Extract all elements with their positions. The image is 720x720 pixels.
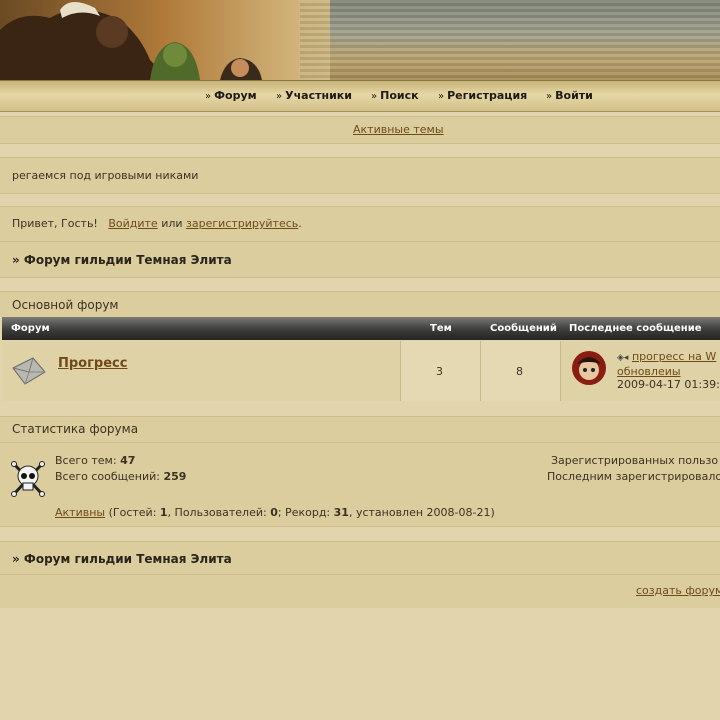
last-post-link-cont[interactable]: обновлеиы <box>617 365 681 378</box>
announcement-box: регаемся под игровыми никами <box>0 157 720 194</box>
avatar[interactable] <box>571 350 607 386</box>
col-posts: Сообщений <box>490 323 557 334</box>
bottom-breadcrumb[interactable]: » Форум гильдии Темная Элита <box>12 552 232 566</box>
active-topics-link[interactable]: Активные темы <box>353 123 444 136</box>
total-posts: Всего сообщений: 259 <box>55 470 187 483</box>
table-row: Прогресс 3 8 ◈◂ прогресс на W обновлеиы … <box>2 341 720 401</box>
nav-forum[interactable]: » Форум <box>205 89 257 102</box>
bottom-breadcrumb-box: » Форум гильдии Темная Элита создать фор… <box>0 541 720 609</box>
main-navigation: » Форум » Участники » Поиск » Регистрация » В… <box>0 80 720 112</box>
registered-users: Зарегистрированных пользо <box>551 454 719 467</box>
banner-stripes <box>300 0 720 80</box>
double-chevron-icon: » <box>371 91 378 102</box>
category-title: Основной форум <box>12 298 119 312</box>
forum-envelope-icon <box>12 357 46 385</box>
double-chevron-icon: » <box>276 91 283 102</box>
col-topics: Тем <box>430 323 452 334</box>
banner-artwork <box>0 0 330 80</box>
announcement-text: регаемся под игровыми никами <box>12 169 199 182</box>
new-post-icon: ◈◂ <box>617 353 629 363</box>
double-chevron-icon: » <box>546 91 553 102</box>
nav-members[interactable]: » Участники <box>276 89 352 102</box>
login-link[interactable]: Войдите <box>108 217 157 230</box>
header-banner <box>0 0 720 80</box>
breadcrumb[interactable]: » Форум гильдии Темная Элита <box>12 253 232 267</box>
col-forum: Форум <box>11 323 50 334</box>
total-topics: Всего тем: 47 <box>55 454 136 467</box>
welcome-greeting: Привет, Гость! Войдите или зарегистрируй… <box>12 217 302 230</box>
last-registered: Последним зарегистрировало <box>547 470 720 483</box>
register-link[interactable]: зарегистрируйтесь <box>186 217 298 230</box>
active-topics-bar: Активные темы <box>0 116 720 144</box>
create-forum-link[interactable]: создать форум <box>636 584 720 597</box>
skull-icon <box>11 461 45 497</box>
category-bar: Основной форум <box>0 291 720 317</box>
last-post-date: 2009-04-17 01:39: <box>617 378 720 391</box>
nav-login[interactable]: » Войти <box>546 89 593 102</box>
active-users-link[interactable]: Активны <box>55 506 105 519</box>
welcome-box: Привет, Гость! Войдите или зарегистрируй… <box>0 206 720 278</box>
col-last-post: Последнее сообщение <box>569 323 702 334</box>
page-background <box>0 608 720 720</box>
nav-register[interactable]: » Регистрация <box>438 89 527 102</box>
forum-link-progress[interactable]: Прогресс <box>58 356 127 371</box>
forum-stats-box: Статистика форума Всего тем: 47 Всего со… <box>0 416 720 527</box>
stats-title: Статистика форума <box>12 422 139 436</box>
posts-count: 8 <box>516 365 523 378</box>
forum-table-header: Форум Тем Сообщений Последнее сообщение <box>2 317 720 340</box>
last-post-link[interactable]: прогресс на W <box>632 350 716 363</box>
double-chevron-icon: » <box>438 91 445 102</box>
topics-count: 3 <box>436 365 443 378</box>
last-post-topic: ◈◂ прогресс на W <box>617 350 716 363</box>
double-chevron-icon: » <box>205 91 212 102</box>
nav-search[interactable]: » Поиск <box>371 89 419 102</box>
online-summary: Активны (Гостей: 1, Пользователей: 0; Ре… <box>55 506 495 519</box>
